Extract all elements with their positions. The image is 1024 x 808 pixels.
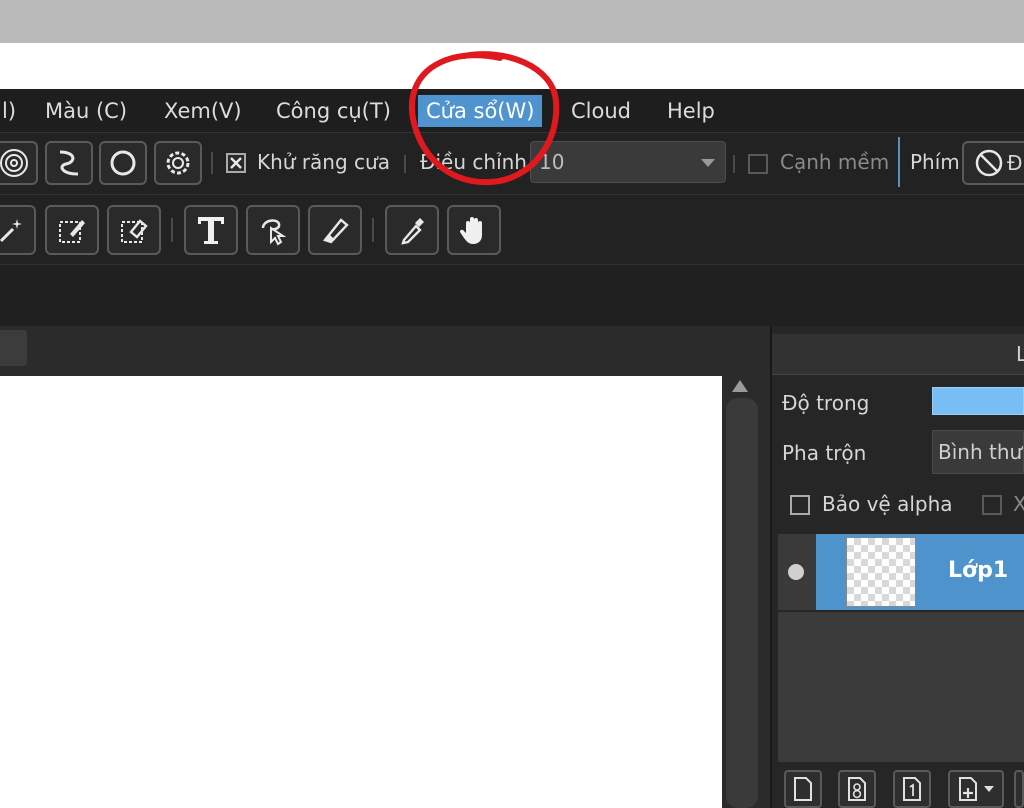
page-1-icon bbox=[903, 777, 921, 801]
selection-eraser-icon bbox=[121, 219, 148, 243]
magic-wand-icon bbox=[0, 219, 22, 243]
eraser-tool-button[interactable] bbox=[308, 205, 362, 255]
soft-edge-label: Cạnh mềm bbox=[780, 150, 890, 174]
check-x-icon bbox=[230, 157, 242, 169]
circle-shape-button[interactable] bbox=[99, 141, 147, 185]
lasso-select-button[interactable] bbox=[246, 205, 300, 255]
layer-visibility-toggle[interactable] bbox=[778, 534, 816, 610]
hand-tool-button[interactable] bbox=[447, 205, 501, 255]
new-layer-button[interactable] bbox=[784, 770, 822, 808]
toolbar-divider bbox=[171, 218, 173, 242]
protect-alpha-label: Bảo vệ alpha bbox=[822, 492, 953, 516]
opacity-label: Độ trong bbox=[782, 391, 870, 415]
toolbar-divider bbox=[372, 218, 374, 242]
magic-wand-button[interactable] bbox=[0, 205, 36, 255]
clipping-checkbox[interactable] bbox=[982, 495, 1002, 515]
layer-thumbnail bbox=[846, 537, 916, 607]
curve-shape-button[interactable] bbox=[45, 141, 93, 185]
menu-item-window[interactable]: Cửa sổ(W) bbox=[418, 95, 543, 127]
toolbar-divider bbox=[211, 152, 213, 174]
panel-button-partial[interactable] bbox=[1014, 770, 1024, 808]
toolbar-divider bbox=[898, 137, 900, 187]
menu-item-view[interactable]: Xem(V) bbox=[156, 95, 250, 127]
vertical-scrollbar[interactable] bbox=[726, 398, 758, 808]
gear-icon bbox=[166, 151, 190, 175]
menu-item-partial[interactable]: l) bbox=[0, 95, 24, 127]
add-layer-menu-button[interactable] bbox=[948, 770, 1004, 808]
document-tab[interactable] bbox=[0, 330, 27, 366]
key-toggle-label: Đ bbox=[1007, 151, 1023, 175]
concentric-shape-button[interactable] bbox=[0, 141, 38, 185]
soft-edge-checkbox[interactable] bbox=[748, 154, 768, 174]
adjust-dropdown[interactable]: 10 bbox=[530, 141, 726, 183]
adjust-value: 10 bbox=[539, 150, 565, 174]
layer-name: Lớp1 bbox=[948, 558, 1009, 583]
adjust-label: Điều chỉnh bbox=[420, 150, 527, 174]
selection-eraser-button[interactable] bbox=[107, 205, 161, 255]
selection-pen-button[interactable] bbox=[45, 205, 99, 255]
eyedropper-button[interactable] bbox=[385, 205, 439, 255]
protect-alpha-checkbox[interactable] bbox=[790, 495, 810, 515]
scroll-up-arrow-icon[interactable] bbox=[732, 380, 748, 392]
text-tool-button[interactable] bbox=[184, 205, 238, 255]
blend-mode-value: Bình thường bbox=[938, 440, 1023, 464]
secondary-toolbar bbox=[0, 264, 1024, 327]
hand-icon bbox=[459, 217, 482, 244]
layers-panel-title: L bbox=[1016, 342, 1024, 366]
menu-item-tools[interactable]: Công cụ(T) bbox=[268, 95, 399, 127]
menu-bar: l) Màu (C) Xem(V) Công cụ(T) Cửa sổ(W) C… bbox=[0, 89, 1024, 132]
forbidden-icon bbox=[975, 149, 1003, 177]
antialias-label: Khử răng cưa bbox=[257, 150, 390, 174]
eye-dot-icon bbox=[788, 564, 804, 580]
lasso-arrow-icon bbox=[261, 219, 287, 246]
menu-item-help[interactable]: Help bbox=[659, 95, 723, 127]
selection-pen-icon bbox=[59, 220, 85, 243]
key-label: Phím bbox=[910, 150, 960, 174]
key-toggle-button[interactable]: Đ bbox=[962, 141, 1024, 185]
menu-item-cloud[interactable]: Cloud bbox=[563, 95, 639, 127]
chevron-down-icon bbox=[984, 786, 994, 792]
new-8bit-layer-button[interactable] bbox=[838, 770, 876, 808]
antialias-checkbox[interactable] bbox=[226, 153, 246, 173]
blend-mode-label: Pha trộn bbox=[782, 441, 867, 465]
toolbar-divider bbox=[404, 155, 406, 173]
clipping-label: X bbox=[1013, 492, 1024, 516]
eyedropper-icon bbox=[401, 218, 424, 245]
layer-list bbox=[778, 612, 1024, 762]
settings-button[interactable] bbox=[154, 141, 202, 185]
curve-path-icon bbox=[59, 150, 79, 176]
opacity-slider[interactable] bbox=[932, 387, 1024, 415]
page-8-icon bbox=[848, 777, 866, 801]
layers-panel-header: L bbox=[772, 334, 1024, 375]
window-title-bar bbox=[0, 0, 1024, 43]
eraser-icon bbox=[322, 218, 349, 244]
concentric-circles-icon bbox=[0, 149, 28, 177]
menu-item-color[interactable]: Màu (C) bbox=[37, 95, 135, 127]
window-top-strip bbox=[0, 43, 1024, 89]
text-t-icon bbox=[198, 217, 224, 244]
toolbar-divider bbox=[733, 155, 735, 173]
chevron-down-icon bbox=[701, 159, 715, 167]
drawing-canvas[interactable] bbox=[0, 376, 722, 808]
new-1bit-layer-button[interactable] bbox=[893, 770, 931, 808]
new-page-icon bbox=[794, 777, 812, 801]
blend-mode-select[interactable]: Bình thường bbox=[932, 430, 1024, 474]
circle-points-icon bbox=[110, 150, 136, 176]
page-plus-icon bbox=[959, 777, 977, 801]
